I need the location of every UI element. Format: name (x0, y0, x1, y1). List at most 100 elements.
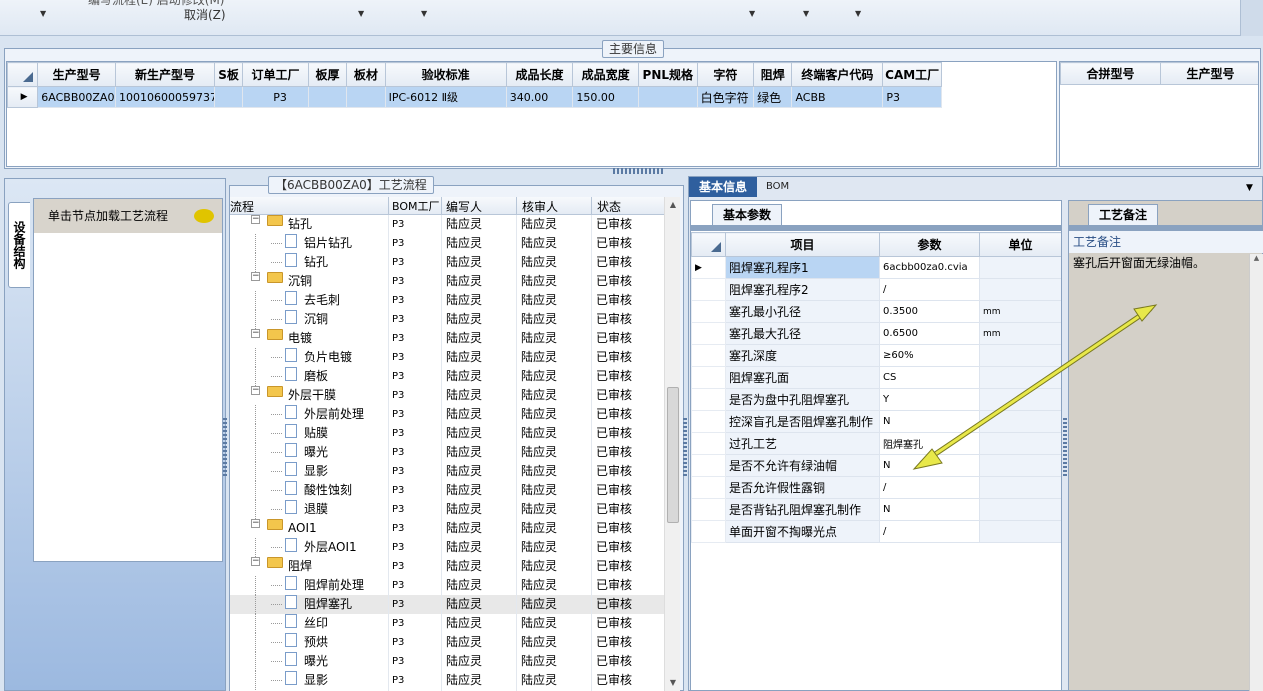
col-header[interactable]: 成品宽度 (572, 62, 639, 87)
param-unit[interactable] (979, 520, 1061, 543)
param-item[interactable]: 单面开窗不掏曝光点 (725, 520, 880, 543)
tree-leaf-node[interactable]: 沉铜 P3 陆应灵 陆应灵 已审核 (230, 310, 664, 329)
tab-device-structure[interactable]: 设备结构 (8, 202, 30, 288)
collapse-icon[interactable]: − (251, 272, 260, 281)
cell[interactable]: P3 (882, 86, 942, 108)
param-unit[interactable] (979, 256, 1061, 279)
merge-grid[interactable]: 合拼型号 生产型号 (1059, 61, 1259, 167)
table-row[interactable]: ▶ 6ACBB00ZA0 10010600059737 P3 IPC-6012 … (7, 86, 942, 108)
collapse-icon[interactable]: − (251, 215, 260, 224)
scroll-up-icon[interactable]: ▲ (665, 197, 681, 213)
splitter-handle[interactable] (683, 418, 687, 478)
tree-leaf-node[interactable]: 钻孔 P3 陆应灵 陆应灵 已审核 (230, 253, 664, 272)
cell[interactable]: IPC-6012 Ⅱ级 (384, 86, 507, 108)
scroll-up-icon[interactable]: ▲ (1250, 254, 1263, 262)
tree-leaf-node[interactable]: 酸性蚀刻 P3 陆应灵 陆应灵 已审核 (230, 481, 664, 500)
param-item[interactable]: 阻焊塞孔程序1 (725, 256, 880, 279)
param-item[interactable]: 阻焊塞孔面 (725, 366, 880, 389)
chevron-down-icon[interactable]: ▼ (749, 9, 755, 18)
cell[interactable]: 150.00 (572, 86, 639, 108)
col-header[interactable]: 字符 (696, 62, 755, 87)
tab-process-notes[interactable]: 工艺备注 (1088, 204, 1159, 225)
col-header[interactable]: 板材 (346, 62, 386, 87)
tree-leaf-node[interactable]: 铝片钻孔 P3 陆应灵 陆应灵 已审核 (230, 234, 664, 253)
param-item[interactable]: 是否背钻孔阻焊塞孔制作 (725, 498, 880, 521)
row-pointer-icon[interactable] (691, 300, 726, 323)
tree-leaf-node[interactable]: 磨板 P3 陆应灵 陆应灵 已审核 (230, 367, 664, 386)
cell[interactable]: 10010600059737 (115, 86, 215, 108)
tree-leaf-node[interactable]: 外层AOI1 P3 陆应灵 陆应灵 已审核 (230, 538, 664, 557)
param-item[interactable]: 塞孔最小孔径 (725, 300, 880, 323)
tree-group-node[interactable]: − 阻焊 P3 陆应灵 陆应灵 已审核 (230, 557, 664, 576)
row-pointer-icon[interactable] (691, 520, 726, 543)
cell[interactable]: 绿色 (753, 86, 793, 108)
col-header[interactable]: 编写人 (446, 198, 482, 215)
row-pointer-icon[interactable] (691, 278, 726, 301)
col-header[interactable]: 新生产型号 (115, 62, 215, 87)
cell[interactable]: 白色字符 (696, 86, 755, 108)
col-header[interactable]: 单位 (979, 232, 1061, 257)
chevron-down-icon[interactable]: ▼ (40, 9, 46, 18)
col-header[interactable]: 终端客户代码 (791, 62, 884, 87)
row-pointer-icon[interactable] (691, 498, 726, 521)
param-value[interactable]: 6acbb00za0.cvia (879, 256, 980, 279)
col-header[interactable]: 项目 (725, 232, 880, 257)
chevron-down-icon[interactable]: ▼ (803, 9, 809, 18)
cell[interactable]: ACBB (791, 86, 884, 108)
col-header[interactable]: 板厚 (307, 62, 348, 87)
col-header[interactable]: 流程 (230, 198, 254, 215)
tree-leaf-node[interactable]: 曝光 P3 陆应灵 陆应灵 已审核 (230, 443, 664, 462)
cell[interactable] (213, 86, 244, 108)
collapse-icon[interactable]: − (251, 329, 260, 338)
param-item[interactable]: 塞孔深度 (725, 344, 880, 367)
cell[interactable] (346, 86, 386, 108)
cell[interactable]: P3 (242, 86, 309, 108)
tree-leaf-node[interactable]: 外层前处理 P3 陆应灵 陆应灵 已审核 (230, 405, 664, 424)
col-header[interactable]: CAM工厂 (882, 62, 942, 87)
tree-leaf-node[interactable]: 负片电镀 P3 陆应灵 陆应灵 已审核 (230, 348, 664, 367)
param-item[interactable]: 阻焊塞孔程序2 (725, 278, 880, 301)
col-header[interactable]: 阻焊 (753, 62, 793, 87)
chevron-down-icon[interactable]: ▼ (1246, 183, 1253, 193)
grid-corner[interactable] (7, 62, 39, 87)
scroll-down-icon[interactable]: ▼ (665, 675, 681, 691)
param-item[interactable]: 过孔工艺 (725, 432, 880, 455)
collapse-icon[interactable]: − (251, 557, 260, 566)
tree-leaf-node[interactable]: 丝印 P3 陆应灵 陆应灵 已审核 (230, 614, 664, 633)
table-row[interactable]: ▶ 阻焊塞孔程序1 6acbb00za0.cvia (691, 256, 1061, 279)
col-header[interactable]: 生产型号 (1160, 62, 1258, 85)
flow-scrollbar[interactable]: ▲ ▼ (664, 197, 680, 691)
tree-leaf-node[interactable]: 去毛刺 P3 陆应灵 陆应灵 已审核 (230, 291, 664, 310)
tree-leaf-node[interactable]: 曝光 P3 陆应灵 陆应灵 已审核 (230, 652, 664, 671)
param-item[interactable]: 是否允许假性露铜 (725, 476, 880, 499)
param-item[interactable]: 塞孔最大孔径 (725, 322, 880, 345)
chevron-down-icon[interactable]: ▼ (421, 9, 427, 18)
splitter-handle[interactable] (223, 418, 227, 478)
param-unit[interactable] (979, 498, 1061, 521)
row-pointer-icon[interactable] (691, 476, 726, 499)
table-row[interactable]: 是否背钻孔阻焊塞孔制作 N (691, 498, 1061, 521)
col-header[interactable]: 状态 (597, 198, 621, 215)
col-header[interactable]: 参数 (879, 232, 980, 257)
col-header[interactable]: PNL规格 (638, 62, 698, 87)
row-pointer-icon[interactable] (691, 410, 726, 433)
row-pointer-icon[interactable] (691, 432, 726, 455)
chevron-down-icon[interactable]: ▼ (855, 9, 861, 18)
tree-leaf-node[interactable]: 显影 P3 陆应灵 陆应灵 已审核 (230, 671, 664, 690)
tree-group-node[interactable]: − 外层干膜 P3 陆应灵 陆应灵 已审核 (230, 386, 664, 405)
col-header[interactable]: 生产型号 (37, 62, 117, 87)
col-header[interactable]: 验收标准 (384, 62, 507, 87)
cell[interactable] (307, 86, 348, 108)
collapse-icon[interactable]: − (251, 519, 260, 528)
col-header[interactable]: 合拼型号 (1060, 62, 1161, 85)
col-header[interactable]: BOM工厂 (392, 198, 440, 214)
main-info-grid[interactable]: 生产型号 新生产型号 S板 订单工厂 板厚 板材 验收标准 成品长度 成品宽度 … (6, 61, 1057, 167)
tree-leaf-node[interactable]: 预烘 P3 陆应灵 陆应灵 已审核 (230, 633, 664, 652)
param-value[interactable]: N (879, 498, 980, 521)
row-pointer-icon[interactable] (691, 344, 726, 367)
row-pointer-icon[interactable] (691, 454, 726, 477)
tree-leaf-node[interactable]: 退膜 P3 陆应灵 陆应灵 已审核 (230, 500, 664, 519)
notes-scrollbar[interactable]: ▲ (1249, 254, 1263, 691)
cell[interactable]: 340.00 (505, 86, 574, 108)
row-pointer-icon[interactable]: ▶ (7, 86, 39, 108)
